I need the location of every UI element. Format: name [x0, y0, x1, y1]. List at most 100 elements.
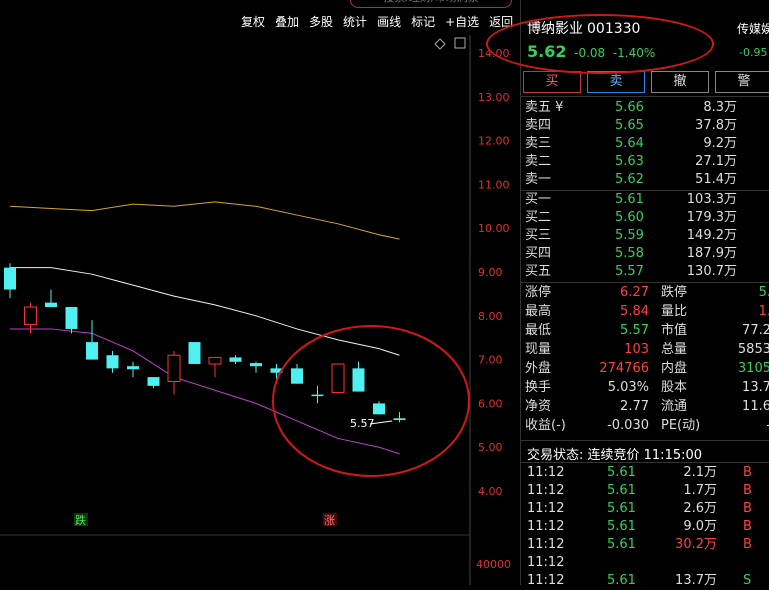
multi-stock-button[interactable]: 多股: [304, 12, 338, 32]
axis-tick-label: 13.00: [478, 91, 510, 104]
candle-body[interactable]: [352, 368, 365, 392]
axis-tick-label: 11.00: [478, 178, 510, 191]
cancel-order-button[interactable]: 撤: [651, 71, 709, 93]
draw-line-button[interactable]: 画线: [372, 12, 406, 32]
candle-body[interactable]: [373, 403, 385, 415]
tick-price: 5.61: [607, 573, 636, 588]
bid-label: 买三: [525, 228, 552, 243]
candle-body[interactable]: [86, 342, 98, 360]
candle-body[interactable]: [147, 377, 160, 386]
ask-price: 5.62: [615, 172, 644, 187]
volume-axis-label: 40000: [476, 558, 511, 571]
axis-tick-label: 10.00: [478, 222, 510, 235]
bid-price: 5.60: [615, 210, 644, 225]
candle-body[interactable]: [4, 267, 16, 290]
stat-value: 2.77: [620, 399, 649, 414]
sell-button[interactable]: 卖: [587, 71, 645, 93]
candle-body[interactable]: [331, 363, 345, 393]
tick-volume: 2.1万: [683, 465, 717, 480]
search-input[interactable]: 搜索/理财/市场洞察: [350, 0, 512, 8]
candle-body[interactable]: [24, 306, 37, 326]
mark-button[interactable]: 标记: [406, 12, 440, 32]
ask-row[interactable]: 卖四 5.65 37.8万: [525, 117, 737, 135]
buy-button[interactable]: 买: [523, 71, 581, 93]
bid-row[interactable]: 买二 5.60 179.3万: [525, 209, 737, 227]
tick-time: 11:12: [527, 501, 565, 516]
rise-marker: 涨: [324, 514, 335, 527]
tick-time: 11:12: [527, 483, 565, 498]
stat-value: 3105: [737, 361, 769, 376]
bid-price: 5.57: [615, 264, 644, 279]
overlay-button[interactable]: 叠加: [270, 12, 304, 32]
axis-tick-label: 9.00: [478, 266, 503, 279]
ask-row[interactable]: 卖一 5.62 51.4万: [525, 171, 737, 189]
bid-price: 5.58: [615, 246, 644, 261]
ask-row[interactable]: 卖五 ¥ 5.66 8.3万: [525, 99, 737, 117]
chart-toolbar: 复权 叠加 多股 统计 画线 标记 +自选 返回: [236, 12, 518, 32]
stat-value: 5853: [737, 342, 769, 357]
stat-value: -: [711, 417, 769, 435]
ask-volume: 9.2万: [703, 136, 737, 151]
ask-label: 卖五 ¥: [525, 100, 564, 115]
ask-label: 卖二: [525, 154, 552, 169]
candle-body[interactable]: [106, 355, 119, 369]
tick-volume: 1.7万: [683, 483, 717, 498]
stat-value: 6.27: [620, 285, 649, 300]
candle-body[interactable]: [393, 418, 406, 421]
trade-status: 交易状态: 连续竞价 11:15:00: [527, 448, 703, 463]
tick-side: B: [743, 519, 752, 534]
restore-rights-button[interactable]: 复权: [236, 12, 270, 32]
candle-body[interactable]: [65, 307, 78, 329]
moving-average-line: [9, 201, 400, 240]
add-watchlist-button[interactable]: +自选: [440, 12, 484, 32]
chart-settings-icon[interactable]: [454, 37, 466, 49]
tick-side: B: [743, 501, 752, 516]
bid-price: 5.61: [615, 192, 644, 207]
candle-body[interactable]: [188, 342, 201, 364]
ask-price: 5.63: [615, 154, 644, 169]
tick-price: 5.61: [607, 501, 636, 516]
bid-row[interactable]: 买三 5.59 149.2万: [525, 227, 737, 245]
bid-volume: 149.2万: [686, 228, 737, 243]
diamond-icon[interactable]: [434, 38, 446, 50]
ask-row[interactable]: 卖三 5.64 9.2万: [525, 135, 737, 153]
ask-price: 5.64: [615, 136, 644, 151]
stat-value: 5.03%: [607, 380, 649, 395]
axis-tick-label: 6.00: [478, 397, 503, 410]
bid-row[interactable]: 买五 5.57 130.7万: [525, 263, 737, 281]
candle-body[interactable]: [291, 368, 303, 384]
ask-volume: 37.8万: [695, 118, 737, 133]
candle-body[interactable]: [167, 354, 181, 383]
ask-label: 卖一: [525, 172, 552, 187]
stat-value: 5.: [758, 285, 769, 300]
tick-volume: 30.2万: [675, 537, 717, 552]
bid-label: 买四: [525, 246, 552, 261]
candle-body[interactable]: [250, 363, 262, 367]
quote-panel: 博纳影业 001330 5.62 -0.08 -1.40% 传媒娱 -0.95 买…: [520, 0, 769, 588]
bid-row[interactable]: 买四 5.58 187.9万: [525, 245, 737, 263]
candle-body[interactable]: [311, 394, 324, 397]
statistics-button[interactable]: 统计: [338, 12, 372, 32]
sector-name[interactable]: 传媒娱: [737, 20, 769, 37]
highlight-circle-header: [486, 14, 714, 74]
candle-body[interactable]: [208, 356, 222, 365]
candle-body[interactable]: [229, 357, 242, 362]
ask-volume: 8.3万: [703, 100, 737, 115]
axis-tick-label: 8.00: [478, 310, 503, 323]
tick-price: 5.61: [607, 519, 636, 534]
candle-body[interactable]: [127, 366, 139, 370]
bid-row[interactable]: 买一 5.61 103.3万: [525, 191, 737, 209]
ask-label: 卖四: [525, 118, 552, 133]
sector-change: -0.95: [739, 46, 768, 59]
alert-button[interactable]: 警: [715, 71, 769, 93]
stat-value: 11.6: [742, 399, 769, 414]
tick-price: 5.61: [607, 465, 636, 480]
ask-row[interactable]: 卖二 5.63 27.1万: [525, 153, 737, 171]
candle-body[interactable]: [45, 302, 57, 308]
stat-value: 103: [624, 342, 649, 357]
kline-chart[interactable]: 14.0013.0012.0011.0010.009.008.007.006.0…: [0, 0, 520, 585]
ask-price: 5.65: [615, 118, 644, 133]
ask-price: 5.66: [615, 100, 644, 115]
bid-price: 5.59: [615, 228, 644, 243]
axis-tick-label: 7.00: [478, 354, 503, 367]
